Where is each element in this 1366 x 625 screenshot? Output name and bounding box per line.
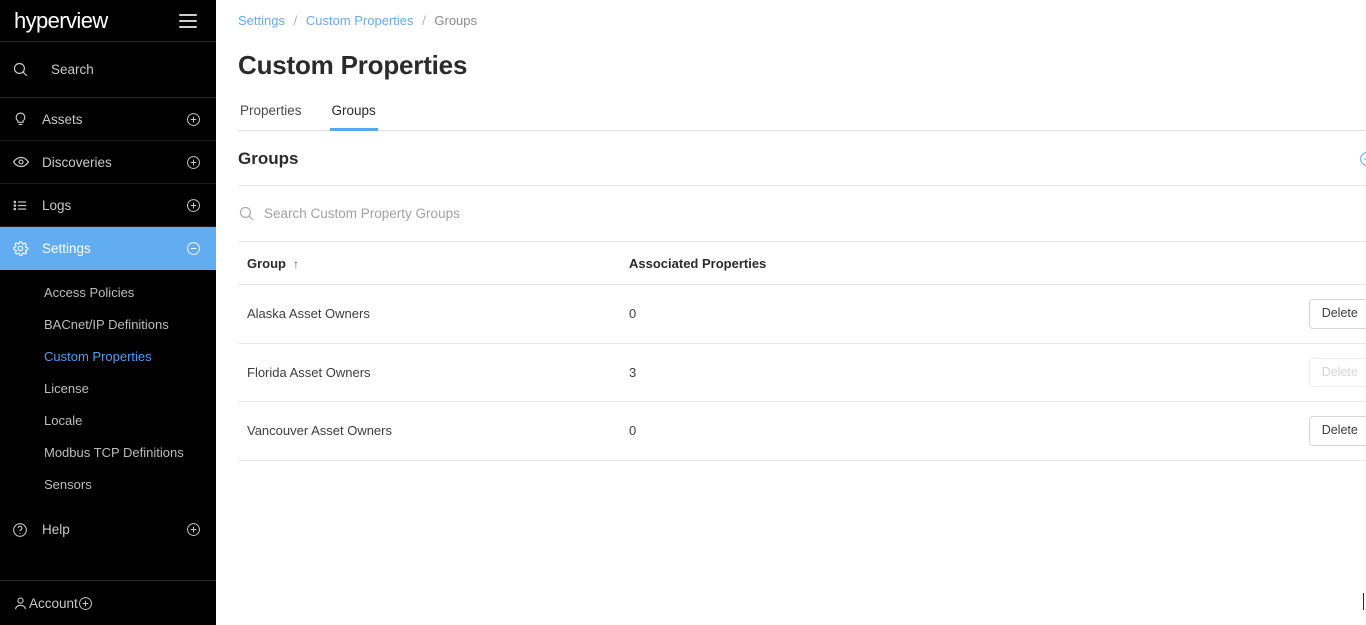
tab-properties[interactable]: Properties <box>238 103 304 131</box>
breadcrumb-item-custom-properties[interactable]: Custom Properties <box>306 13 414 28</box>
sidebar-subitem-label: Modbus TCP Definitions <box>44 444 184 460</box>
plus-circle-icon <box>1359 151 1366 167</box>
sidebar-subitem-label: License <box>44 380 89 396</box>
column-header-group-label: Group <box>247 256 286 271</box>
cell-actions: Delete Edit <box>1230 401 1366 461</box>
sidebar-subitem-label: Sensors <box>44 476 92 492</box>
sidebar-item-label: Logs <box>42 197 72 213</box>
sidebar-item-label: Assets <box>42 111 83 127</box>
sidebar-subitem-locale[interactable]: Locale <box>0 404 216 436</box>
table-row[interactable]: Alaska Asset Owners 0 Delete Edit <box>238 284 1366 344</box>
sidebar-item-help[interactable]: Help <box>0 508 216 551</box>
plus-circle-icon[interactable] <box>184 110 202 128</box>
search-icon <box>238 205 255 222</box>
content-inner: Settings / Custom Properties / Groups Cu… <box>216 0 1366 461</box>
search-bar <box>238 186 1366 242</box>
delete-button[interactable]: Delete <box>1308 299 1366 329</box>
sidebar-subitem-label: BACnet/IP Definitions <box>44 316 169 332</box>
app-root: hyperview Search Assets Discoveries Logs… <box>0 0 1366 625</box>
cell-group-name: Vancouver Asset Owners <box>238 401 620 461</box>
sidebar-subitem-sensors[interactable]: Sensors <box>0 468 216 500</box>
table-body: Alaska Asset Owners 0 Delete Edit Florid… <box>238 284 1366 461</box>
plus-circle-icon[interactable] <box>184 153 202 171</box>
table-header-row: Group ↑ Associated Properties <box>238 242 1366 285</box>
delete-button[interactable]: Delete <box>1308 416 1366 446</box>
sidebar-subitem-modbus-tcp-definitions[interactable]: Modbus TCP Definitions <box>0 436 216 468</box>
sidebar-subitem-label: Custom Properties <box>44 348 152 364</box>
breadcrumb-separator: / <box>293 13 298 28</box>
eye-icon <box>12 153 42 171</box>
sidebar-item-label: Settings <box>42 240 91 256</box>
sidebar-brand-row: hyperview <box>0 0 216 42</box>
hyperview-logo: hyperview <box>14 7 108 33</box>
sidebar-subitem-bacnet-ip-definitions[interactable]: BACnet/IP Definitions <box>0 308 216 340</box>
add-group-button[interactable]: Add <box>1359 151 1366 167</box>
hamburger-icon[interactable] <box>176 11 200 31</box>
table-head: Group ↑ Associated Properties <box>238 242 1366 285</box>
plus-circle-icon[interactable] <box>184 196 202 214</box>
column-header-associated-properties[interactable]: Associated Properties <box>620 242 1230 285</box>
plus-circle-icon[interactable] <box>184 521 202 539</box>
sidebar-item-label: Account <box>29 595 78 611</box>
sidebar-item-logs[interactable]: Logs <box>0 184 216 227</box>
sidebar-subitem-custom-properties[interactable]: Custom Properties <box>0 340 216 372</box>
minus-circle-icon[interactable] <box>184 239 202 257</box>
page-title: Custom Properties <box>238 50 468 80</box>
gear-icon <box>12 240 42 257</box>
section-title: Groups <box>238 149 299 168</box>
cell-actions: Delete Edit <box>1230 284 1366 344</box>
breadcrumb-item-groups: Groups <box>434 13 478 28</box>
plus-circle-icon[interactable] <box>78 596 93 611</box>
cell-group-name: Florida Asset Owners <box>238 343 620 402</box>
sidebar-item-account[interactable]: Account <box>0 580 216 625</box>
list-icon <box>12 197 42 214</box>
bulb-icon <box>12 111 42 128</box>
column-header-actions <box>1230 242 1366 285</box>
breadcrumb-item-settings[interactable]: Settings <box>238 13 285 28</box>
cell-associated-count: 3 <box>620 343 1230 402</box>
sidebar-item-label: Discoveries <box>42 154 112 170</box>
breadcrumb: Settings / Custom Properties / Groups <box>238 0 1366 28</box>
tab-groups[interactable]: Groups <box>329 103 378 131</box>
search-icon <box>12 61 42 78</box>
sidebar-item-assets[interactable]: Assets <box>0 98 216 141</box>
groups-table: Group ↑ Associated Properties Alaska Asse… <box>238 242 1366 461</box>
cell-group-name: Alaska Asset Owners <box>238 284 620 344</box>
table-row[interactable]: Vancouver Asset Owners 0 Delete Edit <box>238 401 1366 461</box>
sort-ascending-icon: ↑ <box>293 257 299 271</box>
sidebar-subitem-label: Access Policies <box>44 284 135 300</box>
sidebar-item-label: Help <box>42 522 70 537</box>
sidebar-item-search[interactable]: Search <box>0 42 216 98</box>
cell-associated-count: 0 <box>620 401 1230 461</box>
tab-list: Properties Groups <box>238 103 1366 131</box>
user-icon <box>12 595 29 612</box>
sidebar-item-settings[interactable]: Settings <box>0 227 216 270</box>
sidebar-subitem-license[interactable]: License <box>0 372 216 404</box>
sidebar-item-label: Search <box>51 62 94 77</box>
sidebar-subitem-access-policies[interactable]: Access Policies <box>0 276 216 308</box>
sidebar: hyperview Search Assets Discoveries Logs… <box>0 0 216 625</box>
breadcrumb-separator: / <box>422 13 426 28</box>
settings-submenu: Access Policies BACnet/IP Definitions Cu… <box>0 270 216 504</box>
section-header: Groups Add <box>238 131 1366 186</box>
sidebar-item-discoveries[interactable]: Discoveries <box>0 141 216 184</box>
cell-associated-count: 0 <box>620 284 1230 344</box>
delete-button-disabled: Delete <box>1308 357 1366 387</box>
main-content: Settings / Custom Properties / Groups Cu… <box>216 0 1366 625</box>
question-circle-icon <box>12 522 42 538</box>
table-row[interactable]: Florida Asset Owners 3 Delete Edit <box>238 343 1366 402</box>
text-cursor <box>1363 593 1364 610</box>
column-header-group[interactable]: Group ↑ <box>238 242 620 285</box>
search-input[interactable] <box>264 206 684 221</box>
sidebar-subitem-label: Locale <box>44 412 83 428</box>
cell-actions: Delete Edit <box>1230 343 1366 402</box>
